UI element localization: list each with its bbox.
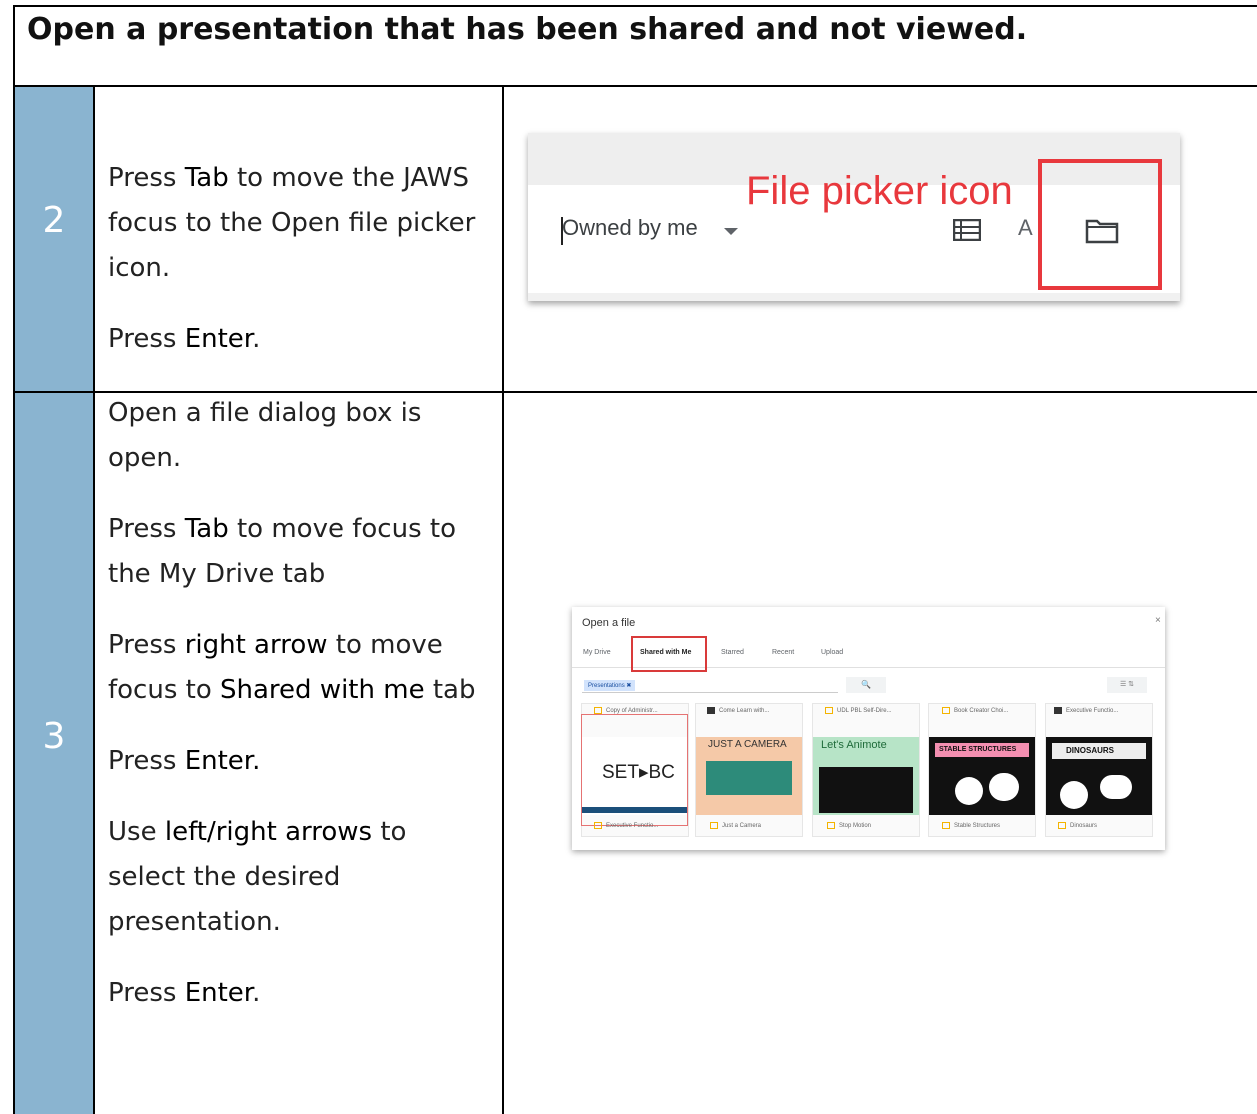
key-name: right arrow [184, 630, 328, 660]
table-border-top [13, 5, 1257, 7]
list-view-icon[interactable] [953, 219, 981, 241]
instruction-text: Press [108, 514, 185, 544]
view-options[interactable]: ☰ ⇅ [1107, 677, 1147, 693]
instruction-text: Press [108, 746, 185, 776]
key-name: Tab [184, 163, 229, 193]
step-instructions-3: Open a file dialog box is open. Press Tab… [108, 391, 488, 1042]
tab-recent[interactable]: Recent [772, 649, 794, 656]
instruction-text: Press [108, 324, 185, 354]
file-picker-screenshot: Owned by me File picker icon A [528, 133, 1180, 301]
instruction-paragraph: Press right arrow to move focus to Share… [108, 623, 488, 713]
instruction-paragraph: Press Enter. [108, 971, 488, 1016]
presentation-thumbnail: STABLE STRUCTURES [929, 737, 1035, 815]
callout-label: File picker icon [746, 169, 1013, 213]
highlight-box [631, 636, 707, 672]
file-name: Executive Functio... [594, 822, 658, 829]
file-name: Just a Camera [710, 822, 761, 829]
thumb-label: DINOSAURS [1066, 746, 1115, 755]
column-divider-1 [93, 85, 95, 1114]
key-name: Shared with me [220, 675, 425, 705]
page-title: Open a presentation that has been shared… [27, 12, 1028, 47]
selection-highlight [581, 714, 688, 826]
instruction-paragraph: Press Tab to move focus to the My Drive … [108, 507, 488, 597]
dialog-title: Open a file [582, 617, 636, 629]
file-name: Executive Functio... [1054, 707, 1118, 714]
presentation-thumbnail: Let's Animote [813, 737, 919, 815]
presentation-thumbnail: DINOSAURS [1046, 737, 1152, 815]
instruction-text: tab [424, 675, 476, 705]
instruction-text: Press [108, 630, 185, 660]
instruction-paragraph: Use left/right arrows to select the desi… [108, 810, 488, 945]
tab-starred[interactable]: Starred [721, 649, 744, 656]
tab-my-drive[interactable]: My Drive [583, 649, 611, 656]
step-instructions-2: Press Tab to move the JAWS focus to the … [108, 156, 488, 388]
file-name: Come Learn with... [707, 707, 769, 714]
row-divider-1 [13, 85, 1257, 87]
sort-icon[interactable]: A [1018, 215, 1033, 241]
file-name: Dinosaurs [1058, 822, 1097, 829]
screenshot-footer-band [528, 293, 1180, 301]
key-name: Enter [184, 978, 253, 1008]
close-icon[interactable]: × [1155, 615, 1161, 626]
thumb-label: STABLE STRUCTURES [939, 746, 1017, 753]
instruction-text: Open a file dialog box is open. [108, 398, 422, 473]
instruction-text: . [252, 324, 261, 354]
file-name: Stop Motion [827, 822, 871, 829]
instruction-text: Use [108, 817, 165, 847]
instruction-text: Press [108, 163, 185, 193]
owned-by-dropdown[interactable]: Owned by me [562, 215, 698, 241]
file-name: Book Creator Choi... [942, 707, 1008, 714]
filter-chip[interactable]: Presentations ✖ [584, 680, 636, 691]
file-name: Stable Structures [942, 822, 1000, 829]
step-number: 3 [42, 716, 66, 757]
key-name: Tab [184, 514, 229, 544]
open-file-dialog-screenshot: Open a file × My Drive Shared with Me St… [572, 607, 1165, 850]
presentation-thumbnail: JUST A CAMERA [696, 737, 802, 815]
thumb-label: Let's Animote [821, 739, 887, 751]
key-name: left/right arrows [164, 817, 373, 847]
tab-upload[interactable]: Upload [821, 649, 843, 656]
instruction-paragraph: Open a file dialog box is open. [108, 391, 488, 481]
file-name: UDL PBL Self-Dire... [825, 707, 892, 714]
column-divider-2 [502, 85, 504, 1114]
instruction-paragraph: Press Tab to move the JAWS focus to the … [108, 156, 488, 291]
key-name: Enter [184, 324, 253, 354]
chevron-down-icon [724, 228, 738, 235]
thumb-label: JUST A CAMERA [708, 739, 787, 750]
key-name: Enter. [184, 746, 261, 776]
instruction-text: Press [108, 978, 185, 1008]
highlight-box [1038, 159, 1162, 290]
instruction-paragraph: Press Enter. [108, 317, 488, 362]
search-icon[interactable]: 🔍 [846, 677, 886, 693]
instruction-paragraph: Press Enter. [108, 739, 488, 784]
step-number: 2 [42, 200, 66, 241]
instruction-text: . [252, 978, 261, 1008]
